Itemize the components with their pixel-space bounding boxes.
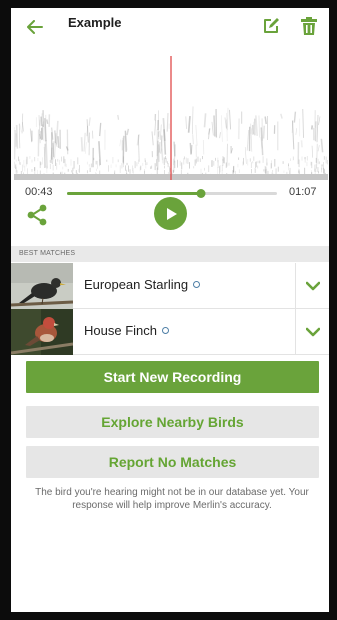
chevron-down-icon	[305, 281, 320, 291]
chevron-down-icon	[305, 327, 320, 337]
edit-icon	[264, 18, 279, 33]
share-icon	[27, 204, 47, 226]
start-new-recording-button[interactable]: Start New Recording	[26, 361, 319, 393]
top-bar: Example	[11, 8, 329, 44]
play-icon	[166, 207, 177, 220]
explore-nearby-birds-button[interactable]: Explore Nearby Birds	[26, 406, 319, 438]
accuracy-note: The bird you're hearing might not be in …	[35, 487, 309, 511]
info-icon	[193, 281, 201, 288]
arrow-left-icon	[27, 20, 43, 34]
best-matches-header: BEST MATCHES	[11, 246, 329, 262]
spectrogram[interactable]	[12, 44, 328, 182]
info-icon	[161, 327, 169, 334]
match-item-european-starling[interactable]: European Starling	[11, 263, 329, 309]
expand-button[interactable]	[295, 309, 329, 355]
share-button[interactable]	[26, 204, 48, 226]
trash-icon	[301, 17, 317, 35]
starling-photo	[11, 263, 73, 309]
total-time: 01:07	[289, 186, 317, 198]
spectrogram-graphic	[12, 56, 328, 182]
match-name: House Finch	[84, 323, 169, 338]
match-item-house-finch[interactable]: House Finch	[11, 309, 329, 355]
delete-button[interactable]	[301, 17, 321, 37]
house-finch-photo	[11, 309, 73, 355]
play-button[interactable]	[154, 197, 187, 230]
expand-button[interactable]	[295, 263, 329, 309]
seek-bar-thumb[interactable]	[196, 189, 206, 198]
back-button[interactable]	[23, 16, 47, 38]
match-name: European Starling	[84, 277, 201, 292]
report-no-matches-button[interactable]: Report No Matches	[26, 446, 319, 478]
edit-button[interactable]	[262, 17, 282, 37]
app-screen: Example 00:43 01:07 BEST MATCHES Europea…	[11, 8, 329, 612]
page-title: Example	[68, 15, 122, 30]
seek-bar-fill	[67, 192, 202, 195]
current-time: 00:43	[25, 186, 53, 198]
seek-bar[interactable]	[67, 189, 277, 198]
